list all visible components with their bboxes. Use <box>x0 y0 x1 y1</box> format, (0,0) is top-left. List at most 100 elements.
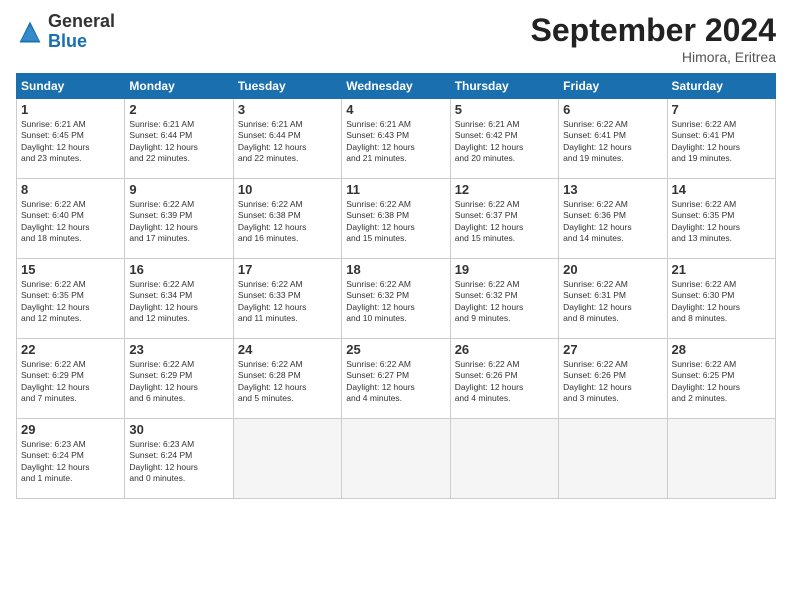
cell-details: Sunrise: 6:22 AMSunset: 6:39 PMDaylight:… <box>129 199 228 245</box>
day-number: 6 <box>563 102 662 117</box>
day-number: 27 <box>563 342 662 357</box>
day-cell-15: 15 Sunrise: 6:22 AMSunset: 6:35 PMDayligh… <box>17 259 125 339</box>
week-row-4: 22Sunrise: 6:22 AMSunset: 6:29 PMDayligh… <box>17 339 776 419</box>
day-cell-17: 17 Sunrise: 6:22 AMSunset: 6:33 PMDayligh… <box>233 259 341 339</box>
cell-details: Sunrise: 6:22 AMSunset: 6:25 PMDaylight:… <box>672 359 771 405</box>
col-header-sunday: Sunday <box>17 74 125 99</box>
empty-cell <box>667 419 775 499</box>
cell-details: Sunrise: 6:21 AMSunset: 6:44 PMDaylight:… <box>238 119 337 165</box>
day-number: 9 <box>129 182 228 197</box>
day-cell-1: 1 Sunrise: 6:21 AMSunset: 6:45 PMDaylight… <box>17 99 125 179</box>
title-block: September 2024 Himora, Eritrea <box>531 12 776 65</box>
day-number: 20 <box>563 262 662 277</box>
day-cell-11: 11 Sunrise: 6:22 AMSunset: 6:38 PMDayligh… <box>342 179 450 259</box>
day-number: 15 <box>21 262 120 277</box>
location: Himora, Eritrea <box>531 49 776 65</box>
cell-details: Sunrise: 6:22 AMSunset: 6:27 PMDaylight:… <box>346 359 445 405</box>
col-header-tuesday: Tuesday <box>233 74 341 99</box>
day-cell-18: 18 Sunrise: 6:22 AMSunset: 6:32 PMDayligh… <box>342 259 450 339</box>
day-cell-20: 20 Sunrise: 6:22 AMSunset: 6:31 PMDayligh… <box>559 259 667 339</box>
cell-details: Sunrise: 6:22 AMSunset: 6:30 PMDaylight:… <box>672 279 771 325</box>
day-number: 10 <box>238 182 337 197</box>
cell-details: Sunrise: 6:21 AMSunset: 6:44 PMDaylight:… <box>129 119 228 165</box>
cell-details: Sunrise: 6:22 AMSunset: 6:28 PMDaylight:… <box>238 359 337 405</box>
day-cell-27: 27 Sunrise: 6:22 AMSunset: 6:26 PMDayligh… <box>559 339 667 419</box>
cell-details: Sunrise: 6:22 AMSunset: 6:36 PMDaylight:… <box>563 199 662 245</box>
day-number: 4 <box>346 102 445 117</box>
cell-details: Sunrise: 6:23 AMSunset: 6:24 PMDaylight:… <box>21 439 120 485</box>
day-number: 7 <box>672 102 771 117</box>
week-row-1: 1 Sunrise: 6:21 AMSunset: 6:45 PMDaylight… <box>17 99 776 179</box>
empty-cell <box>450 419 558 499</box>
logo: General Blue <box>16 12 115 52</box>
day-number: 5 <box>455 102 554 117</box>
col-header-wednesday: Wednesday <box>342 74 450 99</box>
day-cell-2: 2 Sunrise: 6:21 AMSunset: 6:44 PMDaylight… <box>125 99 233 179</box>
day-number: 28 <box>672 342 771 357</box>
day-cell-26: 26Sunrise: 6:22 AMSunset: 6:26 PMDayligh… <box>450 339 558 419</box>
day-number: 11 <box>346 182 445 197</box>
month-title: September 2024 <box>531 12 776 49</box>
cell-details: Sunrise: 6:22 AMSunset: 6:29 PMDaylight:… <box>129 359 228 405</box>
week-row-2: 8Sunrise: 6:22 AMSunset: 6:40 PMDaylight… <box>17 179 776 259</box>
day-number: 21 <box>672 262 771 277</box>
day-cell-29: 29 Sunrise: 6:23 AMSunset: 6:24 PMDayligh… <box>17 419 125 499</box>
day-number: 18 <box>346 262 445 277</box>
day-cell-14: 14Sunrise: 6:22 AMSunset: 6:35 PMDayligh… <box>667 179 775 259</box>
day-number: 25 <box>346 342 445 357</box>
header-row: SundayMondayTuesdayWednesdayThursdayFrid… <box>17 74 776 99</box>
day-number: 3 <box>238 102 337 117</box>
empty-cell <box>559 419 667 499</box>
day-number: 1 <box>21 102 120 117</box>
page: General Blue September 2024 Himora, Erit… <box>0 0 792 612</box>
cell-details: Sunrise: 6:22 AMSunset: 6:38 PMDaylight:… <box>238 199 337 245</box>
week-row-3: 15 Sunrise: 6:22 AMSunset: 6:35 PMDayligh… <box>17 259 776 339</box>
day-number: 16 <box>129 262 228 277</box>
day-number: 24 <box>238 342 337 357</box>
col-header-friday: Friday <box>559 74 667 99</box>
cell-details: Sunrise: 6:22 AMSunset: 6:31 PMDaylight:… <box>563 279 662 325</box>
day-cell-5: 5Sunrise: 6:21 AMSunset: 6:42 PMDaylight… <box>450 99 558 179</box>
day-cell-23: 23 Sunrise: 6:22 AMSunset: 6:29 PMDayligh… <box>125 339 233 419</box>
day-cell-6: 6Sunrise: 6:22 AMSunset: 6:41 PMDaylight… <box>559 99 667 179</box>
day-cell-8: 8Sunrise: 6:22 AMSunset: 6:40 PMDaylight… <box>17 179 125 259</box>
cell-details: Sunrise: 6:22 AMSunset: 6:32 PMDaylight:… <box>455 279 554 325</box>
col-header-thursday: Thursday <box>450 74 558 99</box>
day-number: 17 <box>238 262 337 277</box>
empty-cell <box>233 419 341 499</box>
cell-details: Sunrise: 6:22 AMSunset: 6:33 PMDaylight:… <box>238 279 337 325</box>
day-number: 30 <box>129 422 228 437</box>
day-number: 2 <box>129 102 228 117</box>
cell-details: Sunrise: 6:22 AMSunset: 6:29 PMDaylight:… <box>21 359 120 405</box>
day-number: 23 <box>129 342 228 357</box>
day-cell-9: 9 Sunrise: 6:22 AMSunset: 6:39 PMDaylight… <box>125 179 233 259</box>
cell-details: Sunrise: 6:22 AMSunset: 6:26 PMDaylight:… <box>563 359 662 405</box>
day-cell-16: 16 Sunrise: 6:22 AMSunset: 6:34 PMDayligh… <box>125 259 233 339</box>
logo-icon <box>16 18 44 46</box>
day-cell-30: 30 Sunrise: 6:23 AMSunset: 6:24 PMDayligh… <box>125 419 233 499</box>
day-number: 13 <box>563 182 662 197</box>
cell-details: Sunrise: 6:21 AMSunset: 6:43 PMDaylight:… <box>346 119 445 165</box>
day-cell-12: 12Sunrise: 6:22 AMSunset: 6:37 PMDayligh… <box>450 179 558 259</box>
day-number: 19 <box>455 262 554 277</box>
logo-general-text: General <box>48 11 115 31</box>
cell-details: Sunrise: 6:23 AMSunset: 6:24 PMDaylight:… <box>129 439 228 485</box>
cell-details: Sunrise: 6:21 AMSunset: 6:45 PMDaylight:… <box>21 119 120 165</box>
day-cell-3: 3 Sunrise: 6:21 AMSunset: 6:44 PMDaylight… <box>233 99 341 179</box>
day-cell-22: 22Sunrise: 6:22 AMSunset: 6:29 PMDayligh… <box>17 339 125 419</box>
day-cell-7: 7 Sunrise: 6:22 AMSunset: 6:41 PMDaylight… <box>667 99 775 179</box>
cell-details: Sunrise: 6:22 AMSunset: 6:41 PMDaylight:… <box>672 119 771 165</box>
day-cell-24: 24 Sunrise: 6:22 AMSunset: 6:28 PMDayligh… <box>233 339 341 419</box>
cell-details: Sunrise: 6:22 AMSunset: 6:35 PMDaylight:… <box>21 279 120 325</box>
cell-details: Sunrise: 6:22 AMSunset: 6:34 PMDaylight:… <box>129 279 228 325</box>
day-cell-10: 10 Sunrise: 6:22 AMSunset: 6:38 PMDayligh… <box>233 179 341 259</box>
week-row-5: 29 Sunrise: 6:23 AMSunset: 6:24 PMDayligh… <box>17 419 776 499</box>
day-number: 29 <box>21 422 120 437</box>
cell-details: Sunrise: 6:22 AMSunset: 6:38 PMDaylight:… <box>346 199 445 245</box>
day-cell-28: 28 Sunrise: 6:22 AMSunset: 6:25 PMDayligh… <box>667 339 775 419</box>
day-number: 8 <box>21 182 120 197</box>
day-number: 12 <box>455 182 554 197</box>
logo-blue-text: Blue <box>48 31 87 51</box>
day-cell-13: 13 Sunrise: 6:22 AMSunset: 6:36 PMDayligh… <box>559 179 667 259</box>
cell-details: Sunrise: 6:22 AMSunset: 6:32 PMDaylight:… <box>346 279 445 325</box>
